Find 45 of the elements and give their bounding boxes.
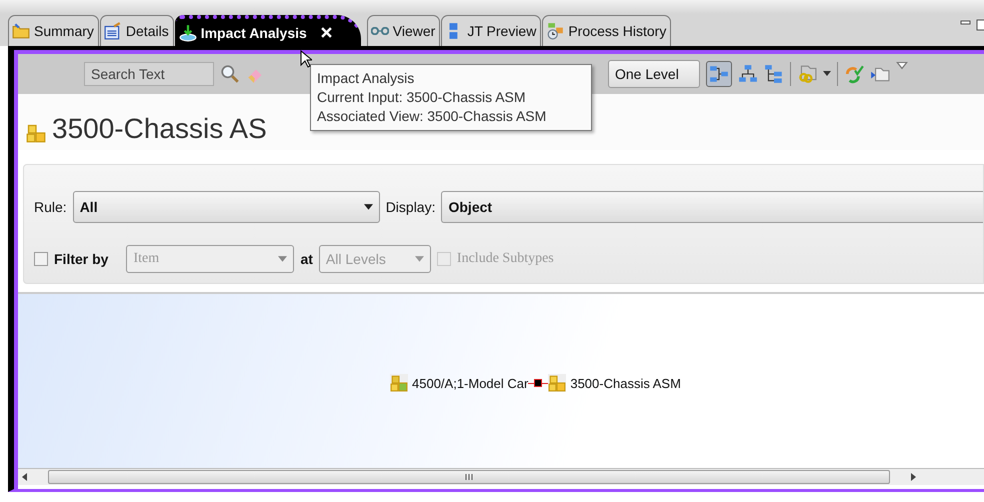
caret-icon[interactable] (823, 71, 831, 77)
scroll-right-icon[interactable] (910, 473, 916, 481)
tab[interactable]: Impact Analysis (174, 15, 361, 46)
tooltip-line: Associated View: 3500-Chassis ASM (317, 107, 548, 126)
tab[interactable]: JT Preview (441, 15, 542, 46)
indented-tree-icon[interactable] (764, 64, 784, 84)
tab[interactable]: Details (100, 15, 174, 46)
close-icon[interactable] (320, 27, 332, 38)
glasses-icon (370, 27, 389, 35)
tray-icon (178, 24, 197, 42)
level-dropdown[interactable]: One Level (608, 60, 700, 88)
at-label: at (300, 251, 313, 267)
display-label: Display: (386, 199, 436, 215)
tooltip-line: Impact Analysis (317, 69, 416, 88)
grip-icon (464, 473, 474, 481)
graph-node[interactable]: 3500-Chassis ASM (570, 376, 681, 390)
tab[interactable]: Process History (542, 15, 672, 46)
filter-checkbox[interactable] (34, 252, 48, 266)
cubes-icon (548, 374, 566, 392)
tree-layout-icon[interactable] (706, 61, 732, 87)
folder-icon (12, 22, 30, 40)
rule-dropdown[interactable]: All (72, 191, 380, 223)
tooltip-line: Current Input: 3500-Chassis ASM (317, 88, 527, 107)
rule-label: Rule: (34, 199, 67, 215)
display-dropdown[interactable]: Object (441, 191, 983, 223)
tab[interactable]: Viewer (366, 15, 440, 46)
cubes-icon (390, 374, 408, 392)
cubes-icon (26, 123, 46, 143)
horizontal-scrollbar[interactable] (18, 468, 984, 485)
dropdown-arrow-icon[interactable] (364, 204, 373, 210)
page-title: 3500-Chassis AS (52, 113, 267, 145)
view-menu-icon[interactable] (896, 62, 908, 70)
scroll-left-icon[interactable] (22, 473, 28, 481)
clock-icon (546, 22, 564, 40)
search-field[interactable]: Search Text (84, 62, 214, 86)
maximize-icon[interactable] (976, 18, 984, 32)
hierarchy-icon[interactable] (738, 64, 758, 84)
tab[interactable]: Summary (8, 15, 99, 46)
search-icon[interactable] (220, 64, 240, 84)
scroll-thumb[interactable] (48, 470, 890, 484)
include-subtypes-label: Include Subtypes (456, 251, 554, 267)
refresh-check-icon[interactable] (844, 64, 864, 84)
filter-by-label: Filter by (54, 251, 108, 267)
graph-node[interactable]: 4500/A;1-Model Car (412, 376, 528, 390)
form-icon (104, 22, 122, 40)
